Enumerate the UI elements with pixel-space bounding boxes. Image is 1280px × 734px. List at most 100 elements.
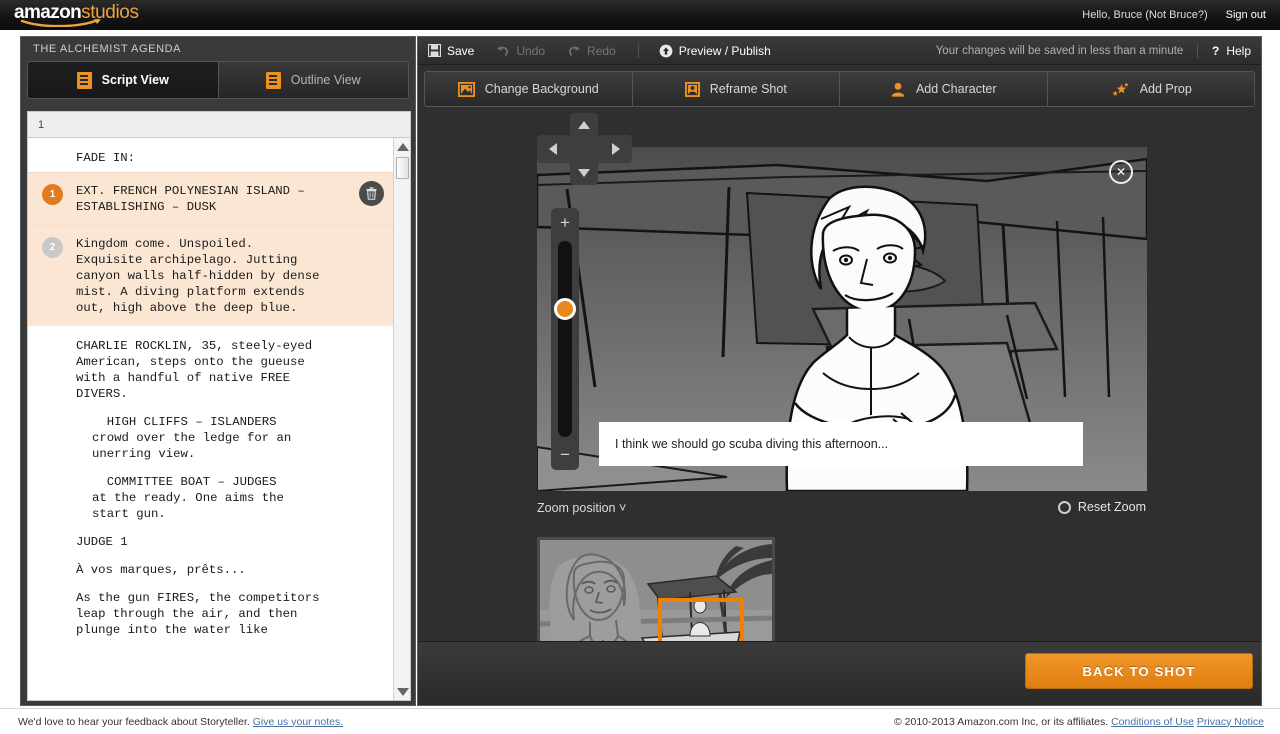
greeting-text[interactable]: Hello, Bruce (Not Bruce?) — [1082, 9, 1207, 21]
script-line-charlie[interactable]: CHARLIE ROCKLIN, 35, steely-eyed America… — [28, 326, 394, 402]
zoom-position-dropdown[interactable]: Zoom position ˅ — [537, 501, 626, 515]
scene-heading-row[interactable]: 1 EXT. FRENCH POLYNESIAN ISLAND – ESTABL… — [28, 172, 394, 225]
scroll-up-arrow-icon[interactable] — [394, 138, 410, 155]
change-background-button[interactable]: Change Background — [425, 72, 633, 106]
chevron-down-icon: ˅ — [619, 501, 627, 515]
tab-outline-view-label: Outline View — [290, 73, 361, 87]
scrollbar-thumb[interactable] — [396, 157, 409, 179]
toolbar-divider-2 — [1197, 43, 1199, 58]
zoom-in-button[interactable]: + — [551, 208, 579, 238]
footer-legal: © 2010-2013 Amazon.com Inc, or its affil… — [894, 716, 1264, 728]
give-notes-link[interactable]: Give us your notes. — [253, 716, 343, 728]
floppy-disk-icon — [428, 44, 441, 57]
preview-publish-label: Preview / Publish — [678, 43, 771, 58]
tab-outline-view[interactable]: Outline View — [217, 62, 408, 98]
toolbar-right-group: Your changes will be saved in less than … — [935, 43, 1251, 58]
project-title: THE ALCHEMIST AGENDA — [21, 37, 415, 61]
person-icon — [891, 82, 905, 97]
arrow-up-icon — [578, 121, 590, 129]
close-icon[interactable]: ✕ — [1109, 160, 1133, 184]
zoom-position-label: Zoom position — [537, 501, 616, 515]
editor-bottom-bar: BACK TO SHOT — [418, 641, 1261, 705]
account-area: Hello, Bruce (Not Bruce?) Sign out — [1082, 9, 1266, 21]
add-character-label: Add Character — [915, 82, 997, 96]
scene-action-row[interactable]: 2 Kingdom come. Unspoiled. Exquisite arc… — [28, 225, 394, 326]
tab-script-view[interactable]: Script View — [28, 62, 218, 98]
tab-script-view-label: Script View — [101, 73, 169, 87]
reset-zoom-label: Reset Zoom — [1077, 500, 1146, 514]
undo-button[interactable]: Undo — [496, 44, 545, 58]
reframe-shot-button[interactable]: Reframe Shot — [632, 72, 840, 106]
question-mark-icon: ? — [1212, 44, 1219, 57]
zoom-slider-track[interactable] — [554, 241, 576, 437]
back-to-shot-button[interactable]: BACK TO SHOT — [1025, 653, 1253, 689]
help-button[interactable]: ? Help — [1212, 44, 1251, 58]
page-footer: We'd love to hear your feedback about St… — [0, 708, 1280, 734]
undo-arrow-icon — [497, 45, 509, 56]
conditions-of-use-link[interactable]: Conditions of Use — [1111, 716, 1194, 728]
pan-right-button[interactable] — [602, 137, 630, 161]
script-line-committee-boat[interactable]: COMMITTEE BOAT – JUDGES at the ready. On… — [28, 462, 394, 522]
add-prop-button[interactable]: Add Prop — [1047, 72, 1254, 106]
script-line-dialogue[interactable]: À vos marques, prêts... — [28, 550, 394, 578]
footer-feedback: We'd love to hear your feedback about St… — [18, 716, 343, 728]
reframe-shot-label: Reframe Shot — [709, 82, 787, 96]
view-tab-group: Script View Outline View — [27, 61, 409, 99]
redo-label: Redo — [587, 43, 616, 58]
page-number-bar: 1 — [27, 111, 411, 137]
pan-left-button[interactable] — [539, 137, 567, 161]
save-button[interactable]: Save — [428, 44, 474, 58]
feedback-text: We'd love to hear your feedback about St… — [18, 715, 250, 728]
copyright-text: © 2010-2013 Amazon.com Inc, or its affil… — [894, 715, 1109, 728]
trash-icon — [366, 187, 377, 200]
script-document-icon — [76, 71, 92, 89]
zoom-out-button[interactable]: − — [551, 440, 579, 470]
script-panel: THE ALCHEMIST AGENDA Script View Outline… — [20, 36, 416, 706]
zoom-slider-handle[interactable] — [554, 298, 576, 320]
add-character-button[interactable]: Add Character — [840, 72, 1048, 106]
script-fade-in[interactable]: FADE IN: — [28, 138, 394, 172]
undo-label: Undo — [516, 43, 546, 58]
script-line-high-cliffs[interactable]: HIGH CLIFFS – ISLANDERS crowd over the l… — [28, 402, 394, 462]
image-icon — [457, 81, 475, 97]
script-scrollbar[interactable] — [393, 138, 410, 700]
delete-scene-icon[interactable] — [359, 181, 384, 206]
save-label: Save — [447, 43, 475, 58]
scene-badge-2[interactable]: 2 — [42, 237, 63, 258]
scene-badge-1[interactable]: 1 — [42, 184, 63, 205]
script-content: FADE IN: 1 EXT. FRENCH POLYNESIAN ISLAND… — [28, 138, 394, 700]
script-line-character-judge[interactable]: JUDGE 1 — [28, 522, 394, 550]
save-status-text: Your changes will be saved in less than … — [935, 44, 1184, 57]
arrow-left-icon — [549, 143, 557, 155]
add-prop-label: Add Prop — [1139, 82, 1192, 96]
shot-stage: I think we should go scuba diving this a… — [418, 108, 1261, 493]
script-line-gun-fires[interactable]: As the gun FIRES, the competitors leap t… — [28, 578, 394, 638]
preview-publish-button[interactable]: Preview / Publish — [659, 44, 771, 58]
privacy-notice-link[interactable]: Privacy Notice — [1197, 716, 1264, 728]
amazon-studios-logo[interactable]: amazon studios — [14, 3, 139, 27]
pan-up-button[interactable] — [570, 113, 598, 137]
redo-arrow-icon — [569, 45, 581, 56]
svg-text:?: ? — [1212, 44, 1219, 57]
toolbar-divider — [637, 43, 639, 58]
back-to-shot-label: BACK TO SHOT — [1082, 663, 1196, 679]
dialogue-caption-text: I think we should go scuba diving this a… — [615, 437, 889, 451]
zoom-slider: + − — [551, 208, 579, 470]
outline-document-icon — [265, 71, 281, 89]
change-background-label: Change Background — [484, 82, 599, 96]
sparkle-stars-icon — [1112, 81, 1129, 96]
pan-down-button[interactable] — [570, 161, 598, 185]
scroll-down-arrow-icon[interactable] — [394, 683, 410, 700]
reset-zoom-button[interactable]: Reset Zoom — [1057, 500, 1146, 514]
script-editor[interactable]: FADE IN: 1 EXT. FRENCH POLYNESIAN ISLAND… — [27, 137, 411, 701]
redo-button[interactable]: Redo — [567, 44, 616, 58]
page-number: 1 — [38, 118, 45, 131]
dialogue-caption-box[interactable]: I think we should go scuba diving this a… — [599, 422, 1083, 466]
scene-action-text: Kingdom come. Unspoiled. Exquisite archi… — [76, 237, 320, 315]
sign-out-link[interactable]: Sign out — [1226, 9, 1266, 21]
scene-heading-text: EXT. FRENCH POLYNESIAN ISLAND – ESTABLIS… — [76, 184, 305, 214]
shot-preview-image[interactable]: I think we should go scuba diving this a… — [537, 147, 1147, 491]
publish-upload-icon — [659, 44, 673, 57]
portrait-frame-icon — [684, 81, 700, 97]
top-bar: amazon studios Hello, Bruce (Not Bruce?)… — [0, 0, 1280, 30]
